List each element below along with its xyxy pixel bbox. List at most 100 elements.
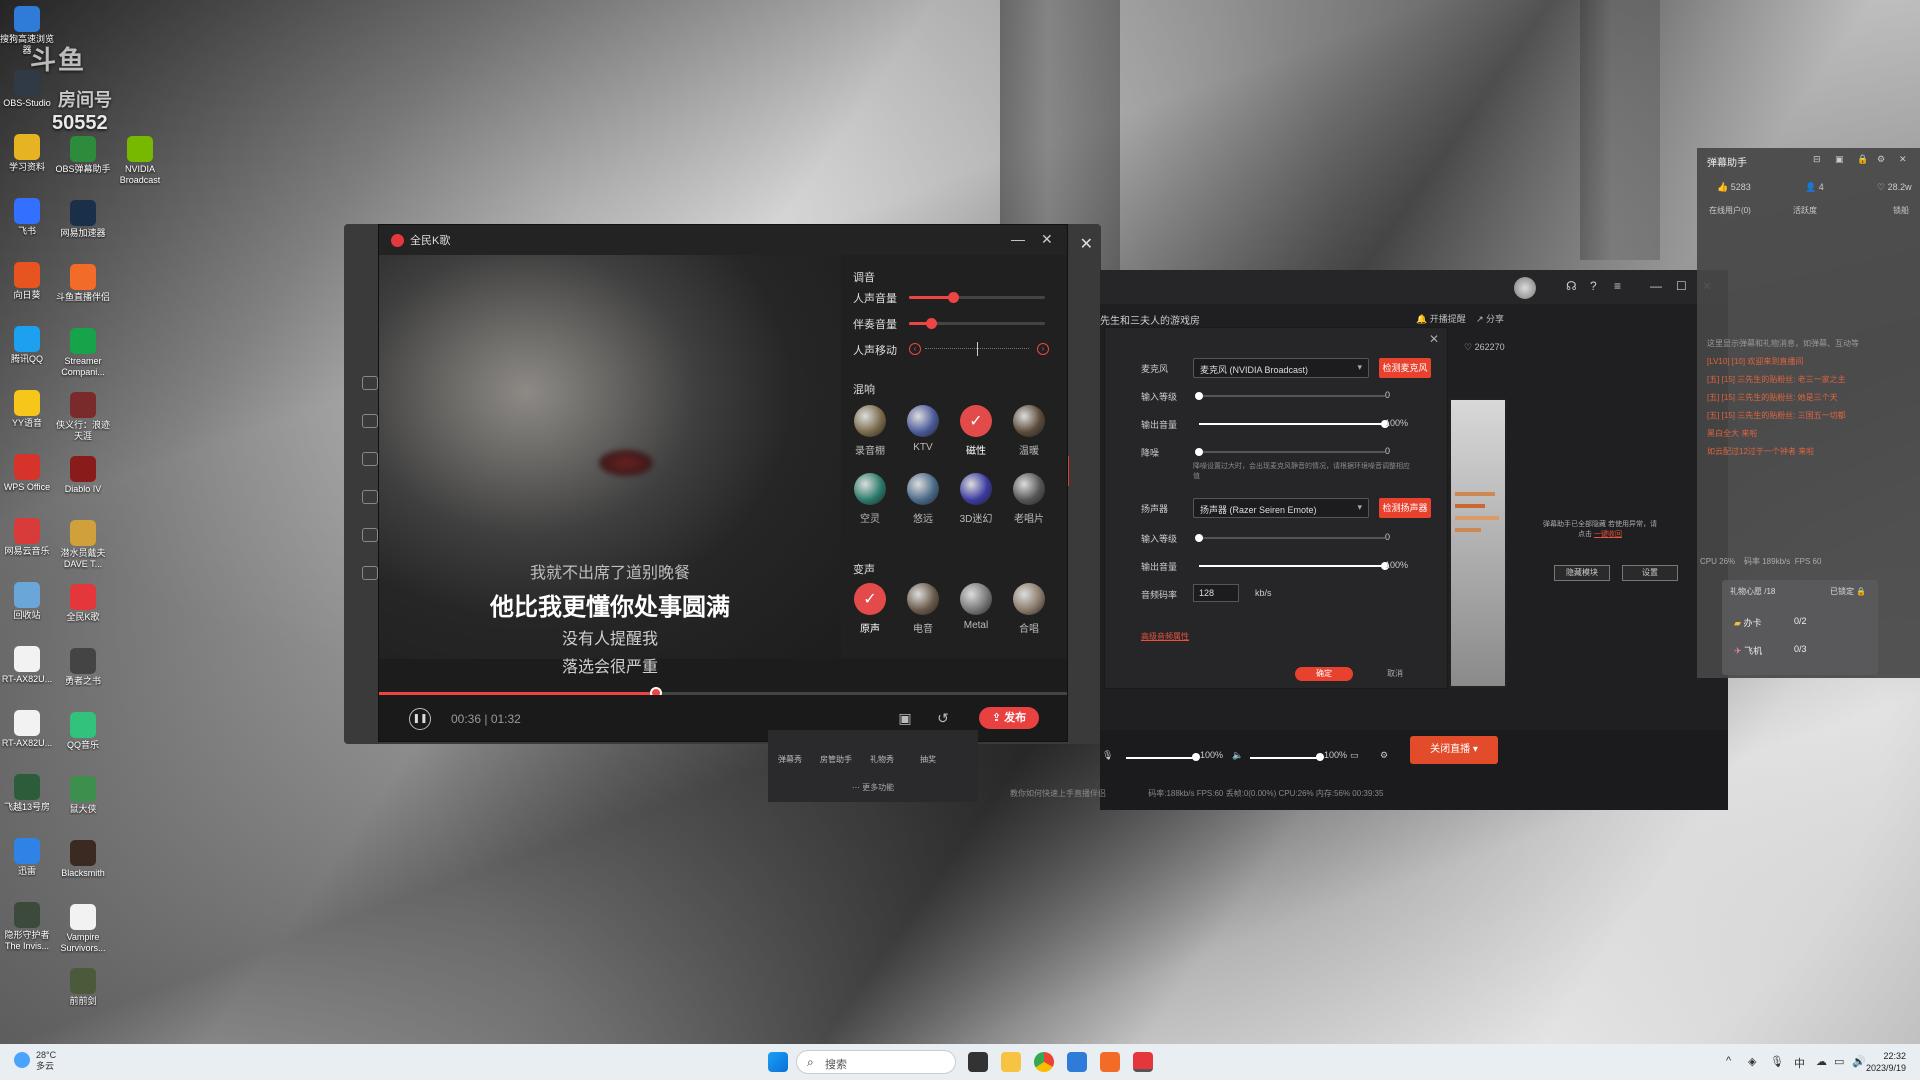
effect-option[interactable]: 录音棚 xyxy=(845,405,895,457)
effect-option[interactable]: KTV xyxy=(898,405,948,453)
slider-knob[interactable] xyxy=(1316,753,1324,761)
desktop-icon[interactable]: 向日葵 xyxy=(0,262,57,301)
app-icon[interactable] xyxy=(1067,1052,1087,1072)
slider-knob[interactable] xyxy=(947,292,959,303)
mic-device-select[interactable]: 麦克风 (NVIDIA Broadcast) xyxy=(1193,358,1369,378)
tutorial-link[interactable]: 教你如何快速上手直播伴侣 xyxy=(1010,789,1106,798)
effect-option[interactable]: Metal xyxy=(951,583,1001,631)
network-icon[interactable]: ▭ xyxy=(1834,1055,1844,1068)
confirm-button[interactable]: 确定 xyxy=(1295,667,1353,681)
desktop-icon[interactable]: 搜狗高速浏览器 xyxy=(0,6,57,56)
desktop-icon[interactable]: 网易云音乐 xyxy=(0,518,57,557)
cloud-icon[interactable]: ☁ xyxy=(1816,1055,1827,1068)
effect-option[interactable]: 电音 xyxy=(898,583,948,635)
test-speaker-button[interactable]: 检测扬声器 xyxy=(1379,498,1431,518)
activity-tab[interactable]: 活跃度 xyxy=(1793,205,1817,216)
desktop-icon[interactable]: 学习资料 xyxy=(0,134,57,173)
restart-icon[interactable]: ↺ xyxy=(935,710,951,726)
desktop-icon[interactable]: 飞书 xyxy=(0,198,57,237)
task-view-icon[interactable] xyxy=(968,1052,988,1072)
desktop-icon[interactable]: Blacksmith xyxy=(53,840,113,879)
clock[interactable]: 22:32 2023/9/19 xyxy=(1866,1050,1906,1074)
effect-option[interactable]: 3D迷幻 xyxy=(951,473,1001,525)
desktop-icon[interactable]: 潜水员戴夫 DAVE T... xyxy=(53,520,113,570)
camera-icon[interactable] xyxy=(362,452,378,466)
help-icon[interactable]: ? xyxy=(1590,279,1597,293)
minimize-icon[interactable]: — xyxy=(1011,231,1025,247)
maximize-icon[interactable]: ☐ xyxy=(1676,279,1687,293)
speaker-icon[interactable]: 🔈 xyxy=(1232,750,1243,761)
online-users-tab[interactable]: 在线用户(0) xyxy=(1709,205,1751,216)
vocal-volume-slider[interactable]: 人声音量 xyxy=(853,289,1053,305)
effect-option[interactable]: 老唱片 xyxy=(1004,473,1054,525)
tool-item[interactable]: 弹幕秀 xyxy=(770,754,810,765)
camera-icon[interactable]: ▭ xyxy=(1350,750,1359,761)
windows-start-icon[interactable] xyxy=(768,1052,788,1072)
lock-tab[interactable]: 锁船 xyxy=(1893,205,1909,216)
desktop-icon[interactable]: OBS弹幕助手 xyxy=(53,136,113,175)
cancel-button[interactable]: 取消 xyxy=(1367,667,1423,681)
share-link[interactable]: ↗ 分享 xyxy=(1476,312,1504,325)
desktop-icon[interactable]: WPS Office xyxy=(0,454,57,493)
slider-knob[interactable] xyxy=(1195,448,1203,456)
desktop-icon[interactable]: 回收站 xyxy=(0,582,57,621)
desktop-icon[interactable]: 飞越13号房 xyxy=(0,774,57,813)
desktop-icon[interactable]: RT-AX82U... xyxy=(0,646,57,685)
desktop-icon[interactable]: 网易加速器 xyxy=(53,200,113,239)
slider-knob[interactable] xyxy=(1195,534,1203,542)
edit-icon[interactable] xyxy=(362,528,378,542)
settings-icon[interactable]: ⚙ xyxy=(1380,750,1388,761)
desktop-icon[interactable]: YY语音 xyxy=(0,390,57,429)
ime-indicator[interactable]: 中 xyxy=(1794,1055,1805,1071)
settings-icon[interactable]: ⚙ xyxy=(1877,154,1885,165)
karaoke-taskbar-icon[interactable] xyxy=(1133,1052,1153,1072)
volume-icon[interactable]: 🔊 xyxy=(1852,1055,1866,1068)
tool-item[interactable]: 抽奖 xyxy=(908,754,948,765)
desktop-icon[interactable]: 勇者之书 xyxy=(53,648,113,687)
save-icon[interactable]: ▣ xyxy=(897,710,913,726)
screen-icon[interactable] xyxy=(362,490,378,504)
mic-icon[interactable]: 🎙 xyxy=(1770,1055,1784,1068)
pause-button[interactable]: ❚❚ xyxy=(409,708,431,730)
reminder-link[interactable]: 🔔 开播提醒 xyxy=(1416,312,1466,325)
desktop-icon[interactable]: Streamer Compani... xyxy=(53,328,113,378)
desktop-icon[interactable]: 斗鱼直播伴侣 xyxy=(53,264,113,303)
weather-widget[interactable]: 28°C 多云 xyxy=(14,1050,56,1072)
copy-icon[interactable]: ▣ xyxy=(1835,154,1844,165)
accompaniment-volume-slider[interactable]: 伴奏音量 xyxy=(853,315,1053,331)
desktop-icon[interactable]: 腾讯QQ xyxy=(0,326,57,365)
desktop-icon[interactable]: 隐形守护者 The Invis... xyxy=(0,902,57,952)
lock-icon[interactable]: 🔒 xyxy=(1857,154,1868,165)
effect-option[interactable]: 原声 xyxy=(845,583,895,635)
close-icon[interactable]: ✕ xyxy=(1899,154,1907,165)
pitch-up-button[interactable]: › xyxy=(1037,343,1049,355)
pin-icon[interactable]: ⊟ xyxy=(1813,154,1821,165)
tool-item[interactable]: 礼物秀 xyxy=(862,754,902,765)
close-icon[interactable]: ✕ xyxy=(1080,234,1093,254)
effect-option[interactable]: 空灵 xyxy=(845,473,895,525)
effect-option[interactable]: 合唱 xyxy=(1004,583,1054,635)
taskbar-search[interactable]: ⌕ 搜索 xyxy=(796,1050,956,1074)
slider-knob[interactable] xyxy=(1192,753,1200,761)
speaker-volume-slider[interactable] xyxy=(1250,757,1320,759)
headset-icon[interactable]: ☊ xyxy=(1566,279,1577,293)
minimize-icon[interactable]: — xyxy=(1650,279,1662,293)
desktop-icon[interactable]: 全民K歌 xyxy=(53,584,113,623)
shield-icon[interactable]: ◈ xyxy=(1748,1055,1756,1068)
pitch-down-button[interactable]: ‹ xyxy=(909,343,921,355)
desktop-icon[interactable]: 前前剑 xyxy=(53,968,113,1007)
slider-knob[interactable] xyxy=(1195,392,1203,400)
effect-option[interactable]: 温暖 xyxy=(1004,405,1054,457)
pitch-shift-control[interactable]: 人声移动 ‹ › xyxy=(853,341,1053,357)
mic-volume-slider[interactable] xyxy=(1126,757,1196,759)
tool-item[interactable]: 房管助手 xyxy=(816,754,856,765)
slider-knob[interactable] xyxy=(925,318,937,329)
desktop-icon[interactable]: 侠义行：浪迹天涯 xyxy=(53,392,113,442)
publish-button[interactable]: ⇪ 发布 xyxy=(979,707,1039,729)
advanced-audio-link[interactable]: 高级音频属性 xyxy=(1141,631,1189,642)
desktop-icon[interactable]: 迅雷 xyxy=(0,838,57,877)
douyu-icon[interactable] xyxy=(1100,1052,1120,1072)
file-explorer-icon[interactable] xyxy=(1001,1052,1021,1072)
desktop-icon[interactable]: 鼠大侠 xyxy=(53,776,113,815)
effect-option[interactable]: 悠远 xyxy=(898,473,948,525)
